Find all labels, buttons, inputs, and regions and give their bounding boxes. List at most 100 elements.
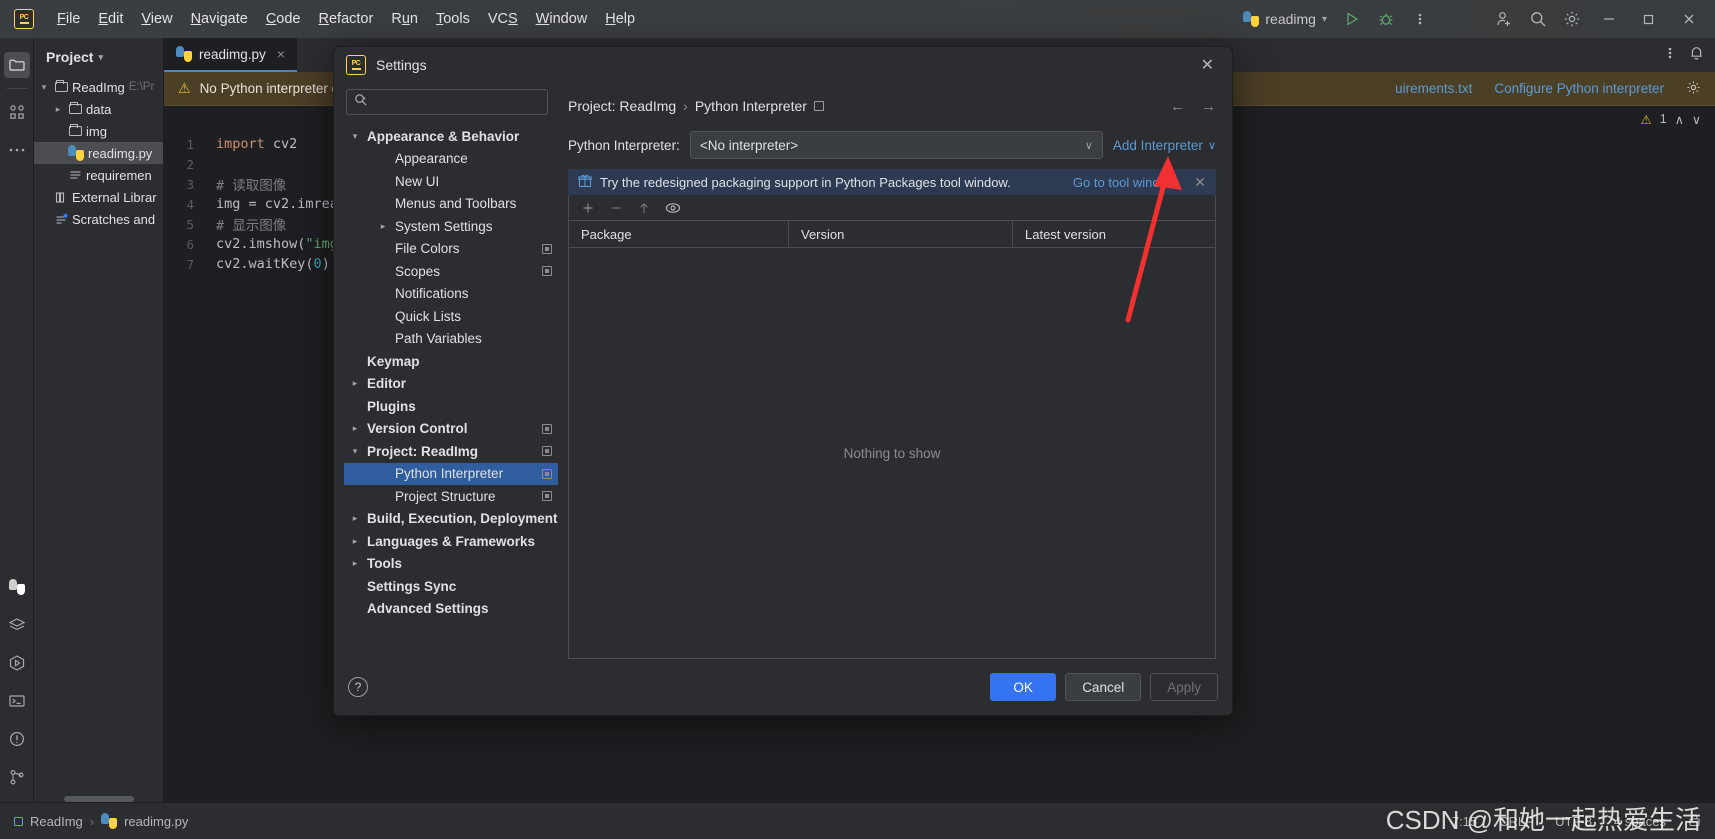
settings-tree-item-notifications[interactable]: Notifications	[344, 283, 558, 306]
configure-interpreter-link[interactable]: Configure Python interpreter	[1494, 81, 1664, 96]
back-button[interactable]: ←	[1170, 98, 1185, 115]
tree-expander[interactable]: ▾	[38, 82, 50, 93]
settings-tree-item-project-structure[interactable]: Project Structure	[344, 485, 558, 508]
more-actions-button[interactable]	[1403, 2, 1437, 36]
menu-item-vcs[interactable]: VCS	[479, 7, 527, 31]
editor-tab-readimg[interactable]: readimg.py ×	[164, 38, 297, 72]
breadcrumb-root[interactable]: Project: ReadImg	[568, 98, 676, 114]
problems-icon[interactable]	[4, 726, 30, 752]
project-tree-item[interactable]: External Librar	[34, 186, 163, 208]
settings-tree-item-tools[interactable]: ▸ Tools	[344, 553, 558, 576]
menu-item-file[interactable]: File	[48, 7, 89, 31]
menu-item-refactor[interactable]: Refactor	[310, 7, 383, 31]
run-button[interactable]	[1335, 2, 1369, 36]
project-tree-item[interactable]: Scratches and	[34, 208, 163, 230]
go-to-tool-window-link[interactable]: Go to tool window	[1073, 175, 1176, 190]
menu-item-view[interactable]: View	[132, 7, 181, 31]
settings-tree-item-appearance[interactable]: Appearance	[344, 148, 558, 171]
settings-tree-item-advanced-settings[interactable]: Advanced Settings	[344, 598, 558, 621]
settings-tree-item-path-variables[interactable]: Path Variables	[344, 328, 558, 351]
close-icon[interactable]: ✕	[1195, 51, 1220, 79]
run-tool-icon[interactable]	[4, 650, 30, 676]
settings-tree-item-appearance-behavior[interactable]: ▾ Appearance & Behavior	[344, 125, 558, 148]
tree-expander[interactable]: ▾	[348, 446, 362, 457]
settings-tree-item-new-ui[interactable]: New UI	[344, 170, 558, 193]
upgrade-icon[interactable]	[637, 201, 651, 215]
close-button[interactable]	[1669, 0, 1709, 38]
tree-expander[interactable]: ▸	[348, 513, 362, 524]
menu-item-edit[interactable]: Edit	[89, 7, 132, 31]
python-console-icon[interactable]	[4, 574, 30, 600]
packages-column-header[interactable]: Version	[789, 221, 1013, 247]
settings-tree-item-version-control[interactable]: ▸ Version Control	[344, 418, 558, 441]
packages-column-header[interactable]: Package	[569, 221, 789, 247]
add-interpreter-link[interactable]: Add Interpreter ∨	[1113, 138, 1216, 153]
editor-options-icon[interactable]	[1668, 45, 1672, 66]
add-icon[interactable]	[581, 201, 595, 215]
cancel-button[interactable]: Cancel	[1065, 673, 1142, 701]
terminal-icon[interactable]	[4, 688, 30, 714]
next-problem-icon[interactable]: ∨	[1692, 112, 1701, 127]
tree-expander[interactable]: ▾	[348, 131, 362, 142]
status-file-name[interactable]: readimg.py	[124, 814, 188, 829]
lock-icon[interactable]	[1688, 813, 1701, 830]
file-encoding[interactable]: UTF-8	[1555, 814, 1592, 829]
caret-position[interactable]: 7:15	[1452, 814, 1477, 829]
settings-tree-item-scopes[interactable]: Scopes	[344, 260, 558, 283]
settings-tree-item-languages-frameworks[interactable]: ▸ Languages & Frameworks	[344, 530, 558, 553]
more-tool-windows-icon[interactable]	[4, 137, 30, 163]
prev-problem-icon[interactable]: ∧	[1675, 112, 1684, 127]
project-tree-item[interactable]: img	[34, 120, 163, 142]
indent-setting[interactable]: 4 spaces	[1614, 814, 1666, 829]
settings-tree-item-settings-sync[interactable]: Settings Sync	[344, 575, 558, 598]
close-icon[interactable]: ×	[277, 46, 285, 62]
project-tree-item[interactable]: readimg.py	[34, 142, 163, 164]
settings-tree-item-build-execution-deployment[interactable]: ▸ Build, Execution, Deployment	[344, 508, 558, 531]
menu-item-run[interactable]: Run	[382, 7, 427, 31]
menu-item-window[interactable]: Window	[527, 7, 597, 31]
settings-tree-item-plugins[interactable]: Plugins	[344, 395, 558, 418]
show-early-releases-icon[interactable]	[665, 201, 681, 215]
forward-button[interactable]: →	[1201, 98, 1216, 115]
help-button[interactable]: ?	[348, 677, 368, 697]
menu-item-code[interactable]: Code	[257, 7, 310, 31]
status-project-name[interactable]: ReadImg	[30, 814, 83, 829]
project-tree-item[interactable]: ▾ ReadImg E:\Pr	[34, 76, 163, 98]
tree-expander[interactable]: ▸	[376, 221, 390, 232]
search-icon[interactable]	[1521, 2, 1555, 36]
structure-tool-icon[interactable]	[4, 99, 30, 125]
settings-tree-item-file-colors[interactable]: File Colors	[344, 238, 558, 261]
tree-expander[interactable]: ▸	[348, 378, 362, 389]
line-separator[interactable]: CRLF	[1499, 814, 1533, 829]
ok-button[interactable]: OK	[990, 673, 1057, 701]
project-tree-item[interactable]: requiremen	[34, 164, 163, 186]
maximize-button[interactable]	[1629, 0, 1669, 38]
gear-icon[interactable]	[1555, 2, 1589, 36]
settings-search-input[interactable]	[373, 94, 540, 110]
settings-tree-item-system-settings[interactable]: ▸ System Settings	[344, 215, 558, 238]
settings-tree-item-project-readimg[interactable]: ▾ Project: ReadImg	[344, 440, 558, 463]
settings-tree-item-python-interpreter[interactable]: Python Interpreter	[344, 462, 558, 485]
project-tree-item[interactable]: ▸ data	[34, 98, 163, 120]
project-tool-icon[interactable]	[3, 52, 30, 78]
debug-button[interactable]	[1369, 2, 1403, 36]
packages-column-header[interactable]: Latest version	[1013, 221, 1215, 247]
close-icon[interactable]: ✕	[1184, 174, 1206, 191]
settings-tree-item-menus-and-toolbars[interactable]: Menus and Toolbars	[344, 193, 558, 216]
add-collaborator-icon[interactable]	[1487, 2, 1521, 36]
notifications-bell-icon[interactable]	[1688, 44, 1705, 66]
gear-icon[interactable]	[1686, 80, 1701, 98]
version-control-icon[interactable]	[4, 764, 30, 790]
settings-tree-item-quick-lists[interactable]: Quick Lists	[344, 305, 558, 328]
menu-item-navigate[interactable]: Navigate	[182, 7, 257, 31]
settings-tree-item-keymap[interactable]: Keymap	[344, 350, 558, 373]
interpreter-select[interactable]: <No interpreter> ∨	[689, 131, 1103, 159]
tree-expander[interactable]: ▸	[52, 104, 64, 115]
minimize-button[interactable]	[1589, 0, 1629, 38]
install-requirements-link[interactable]: uirements.txt	[1395, 81, 1472, 96]
menu-item-tools[interactable]: Tools	[427, 7, 479, 31]
menu-item-help[interactable]: Help	[596, 7, 644, 31]
run-configuration-selector[interactable]: readimg ▾	[1235, 8, 1335, 30]
remove-icon[interactable]	[609, 201, 623, 215]
project-panel-header[interactable]: Project ▾	[34, 38, 163, 76]
